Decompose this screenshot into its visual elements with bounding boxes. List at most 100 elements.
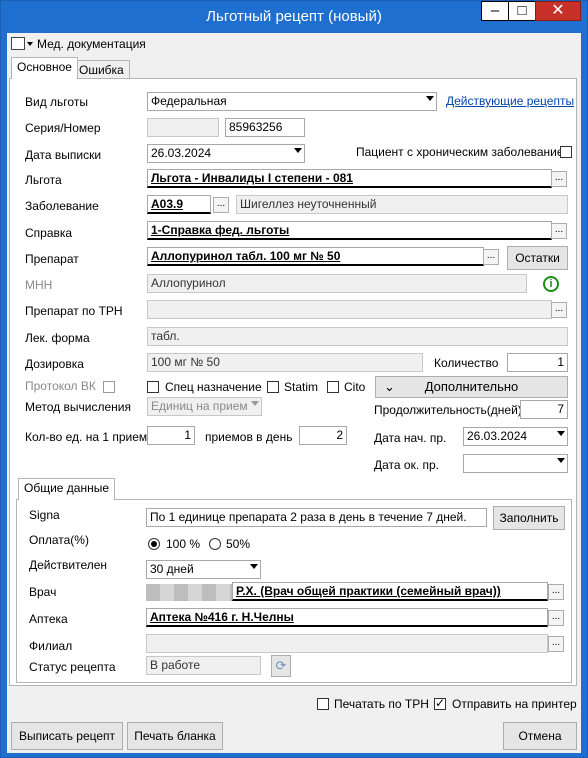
- issue-date-label: Дата выписки: [25, 148, 102, 162]
- form-type-field: табл.: [147, 327, 568, 346]
- pharmacy-field[interactable]: Аптека №416 г. Н.Челны: [146, 608, 548, 627]
- chevron-down-icon: [251, 401, 259, 406]
- doctor-browse-button[interactable]: ...: [548, 584, 564, 600]
- disease-browse-button[interactable]: ...: [213, 197, 229, 213]
- window-title: Льготный рецепт (новый): [206, 8, 382, 25]
- title-bar: Льготный рецепт (новый) ‒ □ ✕: [1, 1, 587, 33]
- send-printer-checkbox[interactable]: [434, 696, 446, 710]
- tab-main[interactable]: Основное: [11, 57, 78, 79]
- payment-50-radio[interactable]: [209, 538, 221, 550]
- disease-code-field[interactable]: A03.9: [147, 195, 211, 214]
- issue-prescription-button[interactable]: Выписать рецепт: [11, 722, 123, 750]
- print-form-button[interactable]: Печать бланка: [127, 722, 223, 750]
- protocol-label: Протокол ВК: [25, 379, 96, 393]
- benefit-type-select[interactable]: Федеральная: [147, 92, 437, 111]
- refresh-icon[interactable]: ⟳: [271, 655, 291, 677]
- close-button[interactable]: ✕: [535, 1, 581, 21]
- duration-field[interactable]: 7: [520, 400, 568, 419]
- pharmacy-label: Аптека: [29, 612, 68, 626]
- chevron-down-icon: [557, 431, 565, 436]
- maximize-button[interactable]: □: [508, 1, 536, 21]
- med-docs-menu[interactable]: Мед. документация: [37, 37, 146, 51]
- branch-browse-button[interactable]: ...: [548, 636, 564, 652]
- valid-select[interactable]: 30 дней: [146, 560, 261, 579]
- drug-trn-field: [147, 300, 552, 319]
- chronic-checkbox[interactable]: [560, 146, 572, 158]
- start-date-picker[interactable]: 26.03.2024: [463, 427, 568, 446]
- times-per-day-label: приемов в день: [205, 430, 293, 444]
- number-field[interactable]: 85963256: [225, 118, 305, 137]
- times-per-day-field[interactable]: 2: [299, 426, 347, 445]
- dosage-label: Дозировка: [25, 357, 84, 371]
- tab-error[interactable]: Ошибка: [73, 60, 130, 80]
- payment-100-radio[interactable]: [148, 538, 160, 550]
- fill-button[interactable]: Заполнить: [493, 506, 565, 530]
- drug-browse-button[interactable]: ...: [483, 249, 499, 265]
- calc-method-label: Метод вычисления: [25, 400, 131, 414]
- special-label: Спец назначение: [165, 380, 262, 394]
- cito-checkbox[interactable]: [327, 381, 339, 393]
- tab-general[interactable]: Общие данные: [18, 478, 116, 500]
- stock-button[interactable]: Остатки: [507, 246, 568, 270]
- series-number-label: Серия/Номер: [25, 121, 101, 135]
- active-prescriptions-link[interactable]: Действующие рецепты: [446, 94, 574, 108]
- benefit-label: Льгота: [25, 173, 62, 187]
- drug-trn-label: Препарат по ТРН: [25, 304, 123, 318]
- statim-checkbox[interactable]: [267, 381, 279, 393]
- certificate-field[interactable]: 1-Справка фед. льготы: [147, 221, 552, 240]
- start-date-label: Дата нач. пр.: [374, 431, 447, 445]
- chevron-down-icon: [426, 96, 434, 101]
- protocol-checkbox[interactable]: [103, 381, 115, 393]
- end-date-label: Дата ок. пр.: [374, 458, 440, 472]
- main-panel: Вид льготы Федеральная Действующие рецеп…: [9, 78, 577, 686]
- special-checkbox[interactable]: [147, 381, 159, 393]
- drug-field[interactable]: Аллопуринол табл. 100 мг № 50: [147, 247, 484, 266]
- branch-field: [146, 634, 548, 653]
- general-panel: Signa По 1 единице препарата 2 раза в де…: [16, 499, 572, 683]
- branch-label: Филиал: [29, 639, 73, 653]
- minimize-button[interactable]: ‒: [481, 1, 509, 21]
- benefit-type-value: Федеральная: [151, 94, 227, 108]
- benefit-browse-button[interactable]: ...: [551, 171, 567, 187]
- client-area: Мед. документация Основное Ошибка Вид ль…: [7, 33, 581, 753]
- status-field: В работе: [146, 656, 261, 675]
- benefit-field[interactable]: Льгота - Инвалиды I степени - 081: [147, 169, 552, 188]
- calc-method-select: Единиц на прием: [147, 397, 262, 416]
- signa-field[interactable]: По 1 единице препарата 2 раза в день в т…: [146, 508, 487, 527]
- cito-label: Cito: [344, 380, 366, 394]
- payment-50-label: 50%: [226, 537, 251, 551]
- print-trn-checkbox[interactable]: [317, 698, 329, 710]
- dosage-field: 100 мг № 50: [147, 353, 423, 372]
- statim-label: Statim: [284, 380, 319, 394]
- menu-dropdown-icon[interactable]: [27, 42, 33, 46]
- info-icon[interactable]: i: [543, 276, 559, 292]
- document-icon[interactable]: [11, 37, 25, 50]
- end-date-picker[interactable]: [463, 454, 568, 473]
- chevron-down-icon: [557, 458, 565, 463]
- redacted-name: [146, 584, 232, 601]
- signa-label: Signa: [29, 508, 60, 522]
- issue-date-picker[interactable]: 26.03.2024: [147, 144, 305, 163]
- chevron-down-icon: [294, 148, 302, 153]
- inn-label: МНН: [25, 278, 53, 292]
- pharmacy-browse-button[interactable]: ...: [548, 610, 564, 626]
- more-button[interactable]: ⌄ Дополнительно: [375, 376, 568, 398]
- drug-trn-browse-button[interactable]: ...: [551, 302, 567, 318]
- certificate-label: Справка: [25, 226, 73, 240]
- duration-label: Продолжительность(дней): [374, 403, 522, 417]
- doctor-label: Врач: [29, 585, 57, 599]
- payment-100-label: 100 %: [166, 537, 201, 551]
- calc-method-value: Единиц на прием: [151, 399, 248, 413]
- start-date-value: 26.03.2024: [467, 429, 528, 443]
- print-trn-label: Печатать по ТРН: [334, 697, 429, 711]
- series-field: [147, 118, 219, 137]
- form-type-label: Лек. форма: [25, 331, 90, 345]
- drug-label: Препарат: [25, 252, 79, 266]
- quantity-field[interactable]: 1: [507, 353, 568, 372]
- payment-label: Оплата(%): [29, 533, 89, 547]
- certificate-browse-button[interactable]: ...: [551, 223, 567, 239]
- per-dose-field[interactable]: 1: [147, 426, 195, 445]
- doctor-field[interactable]: Р.Х. (Врач общей практики (семейный врач…: [232, 582, 548, 601]
- cancel-button[interactable]: Отмена: [503, 722, 577, 750]
- more-button-label: Дополнительно: [424, 379, 519, 394]
